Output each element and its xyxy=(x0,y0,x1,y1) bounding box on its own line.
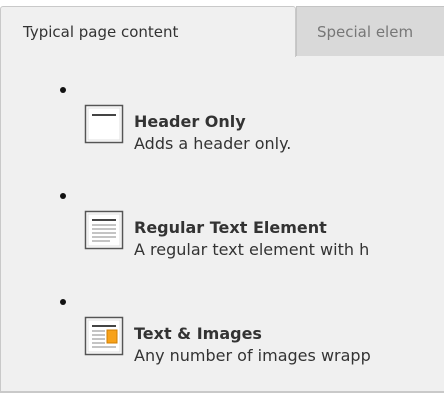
tab-typical-page-content[interactable]: Typical page content xyxy=(0,6,296,57)
element-description: A regular text element with h xyxy=(134,240,370,259)
element-header-only[interactable]: Header Only Adds a header only. xyxy=(84,104,444,164)
list-bullet xyxy=(60,299,66,305)
new-content-element-wizard: Typical page content Special elem Header… xyxy=(0,0,444,396)
tab-bar: Typical page content Special elem xyxy=(0,0,444,57)
list-bullet xyxy=(60,87,66,93)
text-images-icon xyxy=(84,316,124,356)
element-regular-text[interactable]: Regular Text Element A regular text elem… xyxy=(84,210,444,270)
header-only-icon xyxy=(84,104,124,144)
panel-bottom-border xyxy=(0,391,444,393)
tab-special-elements[interactable]: Special elem xyxy=(296,6,444,56)
tab-label: Typical page content xyxy=(23,23,179,41)
element-description: Adds a header only. xyxy=(134,134,292,153)
tab-label: Special elem xyxy=(317,23,414,41)
element-description: Any number of images wrapp xyxy=(134,346,371,365)
element-title: Header Only xyxy=(134,112,246,131)
text-element-icon xyxy=(84,210,124,250)
element-title: Regular Text Element xyxy=(134,218,327,237)
element-title: Text & Images xyxy=(134,324,262,343)
list-bullet xyxy=(60,193,66,199)
element-text-images[interactable]: Text & Images Any number of images wrapp xyxy=(84,316,444,376)
